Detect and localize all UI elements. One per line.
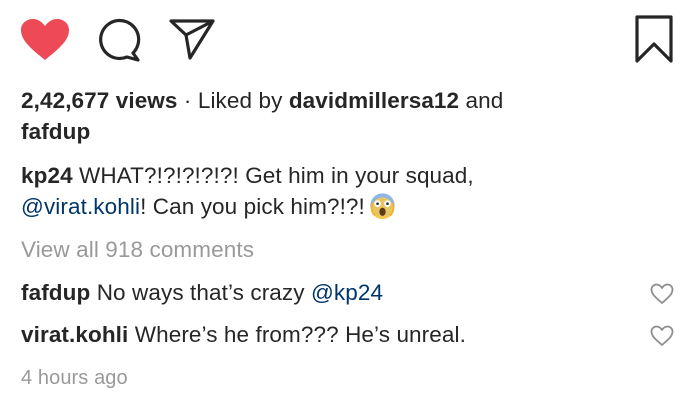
heart-outline-icon[interactable] [650,283,674,305]
liked-by-and: and [465,88,504,113]
caption-continued: @virat.kohli! Can you pick him?!?! [21,192,396,222]
view-all-comments-link[interactable]: View all 918 comments [21,235,254,265]
caption-text: ! Can you pick him?!?! [140,194,365,219]
liked-by-user[interactable]: davidmillersa12 [289,88,459,113]
bookmark-icon[interactable] [634,14,674,64]
view-count[interactable]: 2,42,677 views [21,88,178,113]
paper-plane-icon[interactable] [168,17,216,61]
post-timestamp: 4 hours ago [21,367,128,389]
likes-summary: 2,42,677 views · Liked by davidmillersa1… [21,86,503,116]
heart-filled-icon[interactable] [20,18,70,62]
comment-username[interactable]: fafdup [21,280,90,305]
screaming-face-emoji-icon [370,193,395,219]
caption-mention[interactable]: @virat.kohli [21,194,140,219]
comment-username[interactable]: virat.kohli [21,322,128,347]
caption-text: WHAT?!?!?!?!?! Get him in your squad, [79,163,474,188]
liked-by-user[interactable]: fafdup [21,117,90,147]
comment-bubble-icon[interactable] [96,17,142,63]
comment-text: No ways that’s crazy [96,280,305,305]
liked-by-prefix: Liked by [197,88,283,113]
comment-text: Where’s he from??? He’s unreal. [134,322,466,347]
comment-row: fafdup No ways that’s crazy @kp24 [21,278,383,308]
caption-username[interactable]: kp24 [21,163,73,188]
separator: · [183,88,192,113]
caption: kp24 WHAT?!?!?!?!?! Get him in your squa… [21,161,474,191]
comment-mention[interactable]: @kp24 [311,280,383,305]
comment-row: virat.kohli Where’s he from??? He’s unre… [21,320,466,350]
heart-outline-icon[interactable] [650,325,674,347]
